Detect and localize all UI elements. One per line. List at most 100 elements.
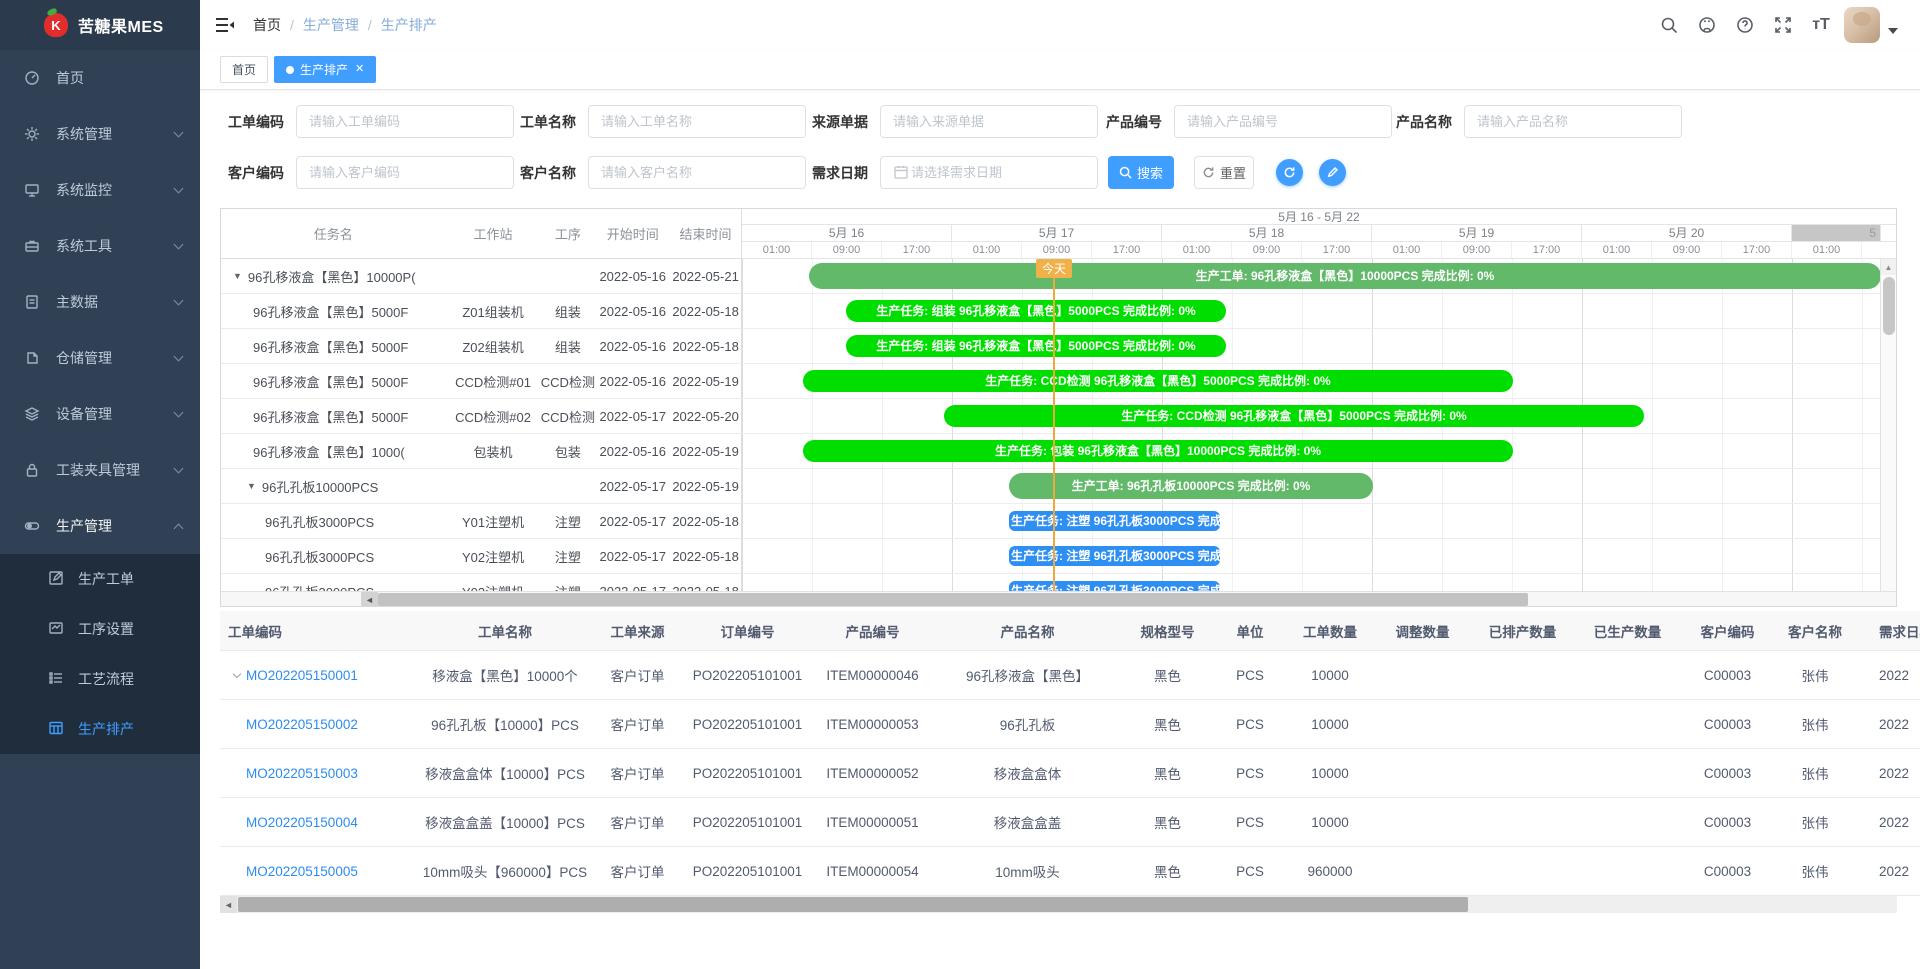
gantt-bar-task[interactable]: 生产任务: 包装 96孔移液盒【黑色】10000PCS 完成比例: 0% (803, 440, 1513, 462)
gantt-row[interactable]: 96孔移液盒【黑色】5000F Z02组装机 组装 2022-05-16 202… (221, 329, 741, 364)
gantt-row[interactable]: 96孔移液盒【黑色】5000F CCD检测#01 CCD检测 2022-05-1… (221, 364, 741, 399)
sidebar-item-process-flow[interactable]: 工艺流程 (0, 654, 200, 704)
gantt-row[interactable]: 96孔移液盒【黑色】5000F CCD检测#02 CCD检测 2022-05-1… (221, 399, 741, 434)
collapse-triangle-icon[interactable]: ▼ (247, 481, 256, 491)
sidebar-item-home[interactable]: 首页 (0, 50, 200, 106)
gantt-bar-order[interactable]: 生产工单: 96孔孔板10000PCS 完成比例: 0% (1009, 473, 1373, 499)
collapse-triangle-icon[interactable]: ▼ (233, 271, 242, 281)
gantt-bar-order[interactable]: 生产工单: 96孔移液盒【黑色】10000PCS 完成比例: 0% (809, 263, 1881, 289)
sidebar-item-work-order[interactable]: 生产工单 (0, 554, 200, 604)
scrollbar-thumb[interactable] (378, 593, 1528, 606)
scrollbar-left-arrow-icon[interactable]: ◄ (220, 896, 237, 913)
gantt-bar-task-selected[interactable]: 生产任务: 注塑 96孔孔板3000PCS 完成 (1009, 511, 1220, 531)
sidebar-item-label: 首页 (56, 68, 182, 88)
gantt-row[interactable]: ▼96孔孔板10000PCS 2022-05-17 2022-05-19 (221, 469, 741, 504)
sidebar-item-warehouse[interactable]: 仓储管理 (0, 330, 200, 386)
sidebar-item-production-schedule[interactable]: 生产排产 (0, 704, 200, 754)
filter-actions: 搜索 重置 (1108, 156, 1346, 189)
customer-code-input[interactable] (296, 156, 514, 189)
scrollbar-left-arrow-icon[interactable]: ◄ (361, 592, 378, 607)
sidebar-item-system-tools[interactable]: 系统工具 (0, 218, 200, 274)
today-marker-label: 今天 (1036, 259, 1072, 278)
tab-active-dot (286, 66, 294, 74)
work-order-link[interactable]: MO202205150004 (246, 815, 358, 830)
chevron-down-icon[interactable] (1888, 28, 1898, 34)
sidebar-item-process-setting[interactable]: 工序设置 (0, 604, 200, 654)
sidebar-item-label: 系统管理 (56, 124, 175, 144)
app-logo[interactable]: K 苦糖果MES (0, 0, 200, 50)
gantt-row[interactable]: 96孔移液盒【黑色】1000( 包装机 包装 2022-05-16 2022-0… (221, 434, 741, 469)
tab-home[interactable]: 首页 (220, 56, 268, 83)
sidebar-item-master-data[interactable]: 主数据 (0, 274, 200, 330)
gantt-row[interactable]: 96孔孔板3000PCS Y03注塑机 注塑 2022-05-17 2022-0… (221, 574, 741, 591)
app-title: 苦糖果MES (78, 13, 164, 37)
gantt-bar-task[interactable]: 生产任务: CCD检测 96孔移液盒【黑色】5000PCS 完成比例: 0% (944, 405, 1644, 427)
work-order-link[interactable]: MO202205150003 (246, 766, 358, 781)
col-spec: 规格型号 (1120, 621, 1215, 641)
gantt-table-rows: ▼96孔移液盒【黑色】10000P( 2022-05-16 2022-05-21… (221, 259, 741, 591)
sidebar-item-equipment[interactable]: 设备管理 (0, 386, 200, 442)
breadcrumb-production-mgmt[interactable]: 生产管理 (303, 15, 359, 35)
sidebar-item-label: 仓储管理 (56, 348, 175, 368)
filter-source-doc: 来源单据 (812, 105, 1098, 138)
product-code-input[interactable] (1174, 105, 1392, 138)
col-work-order-code: 工单编码 (220, 621, 420, 641)
product-name-input[interactable] (1464, 105, 1682, 138)
filter-label: 客户编码 (228, 163, 284, 183)
gantt-bar-task[interactable]: 生产任务: 组装 96孔移液盒【黑色】5000PCS 完成比例: 0% (846, 335, 1226, 357)
table-horizontal-scrollbar[interactable]: ◄ (220, 896, 1897, 913)
font-size-icon[interactable]: тT (1806, 10, 1836, 40)
table-row[interactable]: MO202205150003 移液盒盒体【10000】PCS 客户订单 PO20… (220, 749, 1920, 798)
close-icon[interactable]: ✕ (355, 64, 364, 75)
customer-name-input[interactable] (588, 156, 806, 189)
table-row[interactable]: MO202205150001 移液盒【黑色】10000个 客户订单 PO2022… (220, 651, 1920, 700)
source-doc-input[interactable] (880, 105, 1098, 138)
flow-icon (48, 670, 64, 689)
edit-pen-button[interactable] (1319, 159, 1346, 186)
refresh-button[interactable] (1276, 159, 1303, 186)
row-expand-icon[interactable] (228, 668, 246, 682)
sidebar-item-system-mgmt[interactable]: 系统管理 (0, 106, 200, 162)
demand-date-input[interactable] (880, 156, 1098, 189)
sidebar-item-label: 系统监控 (56, 180, 175, 200)
gantt-bar-task[interactable]: 生产任务: 组装 96孔移液盒【黑色】5000PCS 完成比例: 0% (846, 300, 1226, 322)
gantt-bar-task-selected[interactable]: 生产任务: 注塑 96孔孔板3000PCS 完成 (1009, 581, 1220, 591)
breadcrumb-home[interactable]: 首页 (253, 15, 281, 35)
sidebar-item-fixtures[interactable]: 工装夹具管理 (0, 442, 200, 498)
work-order-link[interactable]: MO202205150005 (246, 864, 358, 879)
work-order-link[interactable]: MO202205150001 (246, 668, 358, 683)
scrollbar-up-arrow-icon[interactable]: ▲ (1881, 259, 1896, 275)
help-icon[interactable] (1730, 10, 1760, 40)
table-row[interactable]: MO202205150002 96孔孔板【10000】PCS 客户订单 PO20… (220, 700, 1920, 749)
sidebar-item-production-mgmt[interactable]: 生产管理 (0, 498, 200, 554)
sidebar-item-label: 生产排产 (78, 719, 134, 739)
gantt-bar-task[interactable]: 生产任务: CCD检测 96孔移液盒【黑色】5000PCS 完成比例: 0% (803, 370, 1513, 392)
github-icon[interactable] (1692, 10, 1722, 40)
search-icon[interactable] (1654, 10, 1684, 40)
scrollbar-thumb[interactable] (1883, 277, 1895, 335)
gantt-row[interactable]: 96孔孔板3000PCS Y02注塑机 注塑 2022-05-17 2022-0… (221, 539, 741, 574)
gantt-row[interactable]: 96孔孔板3000PCS Y01注塑机 注塑 2022-05-17 2022-0… (221, 504, 741, 539)
work-order-code-input[interactable] (296, 105, 514, 138)
work-order-link[interactable]: MO202205150002 (246, 717, 358, 732)
sidebar-item-system-monitor[interactable]: 系统监控 (0, 162, 200, 218)
sidebar-collapse-icon[interactable] (215, 17, 235, 33)
table-row[interactable]: MO202205150004 移液盒盒盖【10000】PCS 客户订单 PO20… (220, 798, 1920, 847)
gantt-horizontal-scrollbar[interactable]: ◄ (221, 591, 1896, 607)
gantt-vertical-scrollbar[interactable]: ▲ (1880, 259, 1896, 591)
search-button[interactable]: 搜索 (1108, 156, 1174, 189)
gantt-row[interactable]: 96孔移液盒【黑色】5000F Z01组装机 组装 2022-05-16 202… (221, 294, 741, 329)
table-row[interactable]: MO202205150005 10mm吸头【960000】PCS 客户订单 PO… (220, 847, 1920, 896)
work-order-table: 工单编码 工单名称 工单来源 订单编号 产品编号 产品名称 规格型号 单位 工单… (220, 611, 1920, 896)
work-order-name-input[interactable] (588, 105, 806, 138)
col-unit: 单位 (1215, 621, 1285, 641)
reset-button[interactable]: 重置 (1194, 156, 1254, 189)
breadcrumb-production-schedule[interactable]: 生产排产 (381, 15, 437, 35)
tab-production-schedule[interactable]: 生产排产 ✕ (274, 56, 376, 83)
chevron-down-icon (174, 128, 184, 138)
fullscreen-icon[interactable] (1768, 10, 1798, 40)
gantt-bar-task-selected[interactable]: 生产任务: 注塑 96孔孔板3000PCS 完成 (1009, 546, 1220, 566)
scrollbar-thumb[interactable] (238, 897, 1468, 912)
gantt-row[interactable]: ▼96孔移液盒【黑色】10000P( 2022-05-16 2022-05-21 (221, 259, 741, 294)
avatar[interactable] (1844, 7, 1880, 43)
